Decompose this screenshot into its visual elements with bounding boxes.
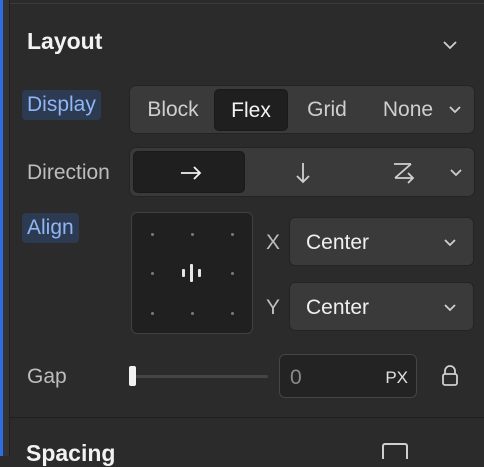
section-title: Layout — [27, 28, 103, 54]
section-divider — [10, 417, 484, 418]
top-divider — [10, 3, 484, 4]
align-x-select[interactable]: Center — [289, 217, 474, 266]
direction-row-button[interactable] — [133, 151, 245, 193]
arrow-down-icon — [296, 163, 310, 184]
selection-accent — [0, 0, 3, 456]
gap-label: Gap — [27, 365, 67, 388]
align-x-value: Center — [306, 231, 370, 254]
gap-slider-track[interactable] — [132, 375, 268, 378]
direction-wrap-button[interactable] — [360, 151, 448, 193]
align-dot[interactable] — [151, 312, 154, 315]
display-chevron-down-icon[interactable] — [448, 105, 462, 115]
align-y-label: Y — [266, 296, 281, 319]
align-dot[interactable] — [231, 272, 234, 275]
chevron-down-icon — [444, 239, 456, 247]
align-x-label: X — [266, 231, 281, 254]
display-segmented-control: Block Flex Grid None — [129, 85, 475, 134]
arrow-right-icon — [181, 166, 202, 180]
center-align-icon — [180, 261, 204, 285]
direction-chevron-down-icon[interactable] — [449, 168, 463, 178]
align-dot[interactable] — [191, 233, 194, 236]
lock-icon[interactable] — [440, 364, 460, 388]
display-option-block[interactable]: Block — [136, 89, 210, 131]
align-dot[interactable] — [151, 233, 154, 236]
align-dot[interactable] — [191, 312, 194, 315]
direction-column-button[interactable] — [248, 151, 358, 193]
direction-segmented-control — [129, 147, 475, 197]
display-option-grid[interactable]: Grid — [292, 89, 362, 131]
align-dot[interactable] — [231, 233, 234, 236]
chevron-down-icon — [444, 304, 456, 312]
align-label: Align — [22, 213, 79, 243]
gap-unit[interactable]: PX — [385, 368, 408, 388]
gap-value[interactable]: 0 — [290, 366, 302, 390]
align-dot[interactable] — [231, 312, 234, 315]
display-option-flex[interactable]: Flex — [214, 89, 288, 131]
align-dot[interactable] — [151, 272, 154, 275]
spacing-section-title: Spacing — [26, 440, 116, 466]
direction-label: Direction — [27, 161, 110, 184]
gap-input[interactable]: 0 PX — [279, 354, 417, 398]
display-option-none[interactable]: None — [366, 89, 450, 131]
gap-slider-handle[interactable] — [129, 366, 136, 386]
spacing-toggle-icon[interactable] — [382, 443, 408, 459]
display-label: Display — [22, 90, 101, 120]
panel-left-rail — [0, 0, 10, 456]
wrap-icon — [394, 163, 415, 184]
align-y-value: Center — [306, 296, 370, 319]
collapse-section-icon[interactable] — [442, 39, 458, 51]
alignment-grid[interactable] — [131, 212, 253, 334]
layout-panel: Layout Display Block Flex Grid None Dire… — [0, 0, 484, 466]
align-y-select[interactable]: Center — [289, 282, 474, 331]
